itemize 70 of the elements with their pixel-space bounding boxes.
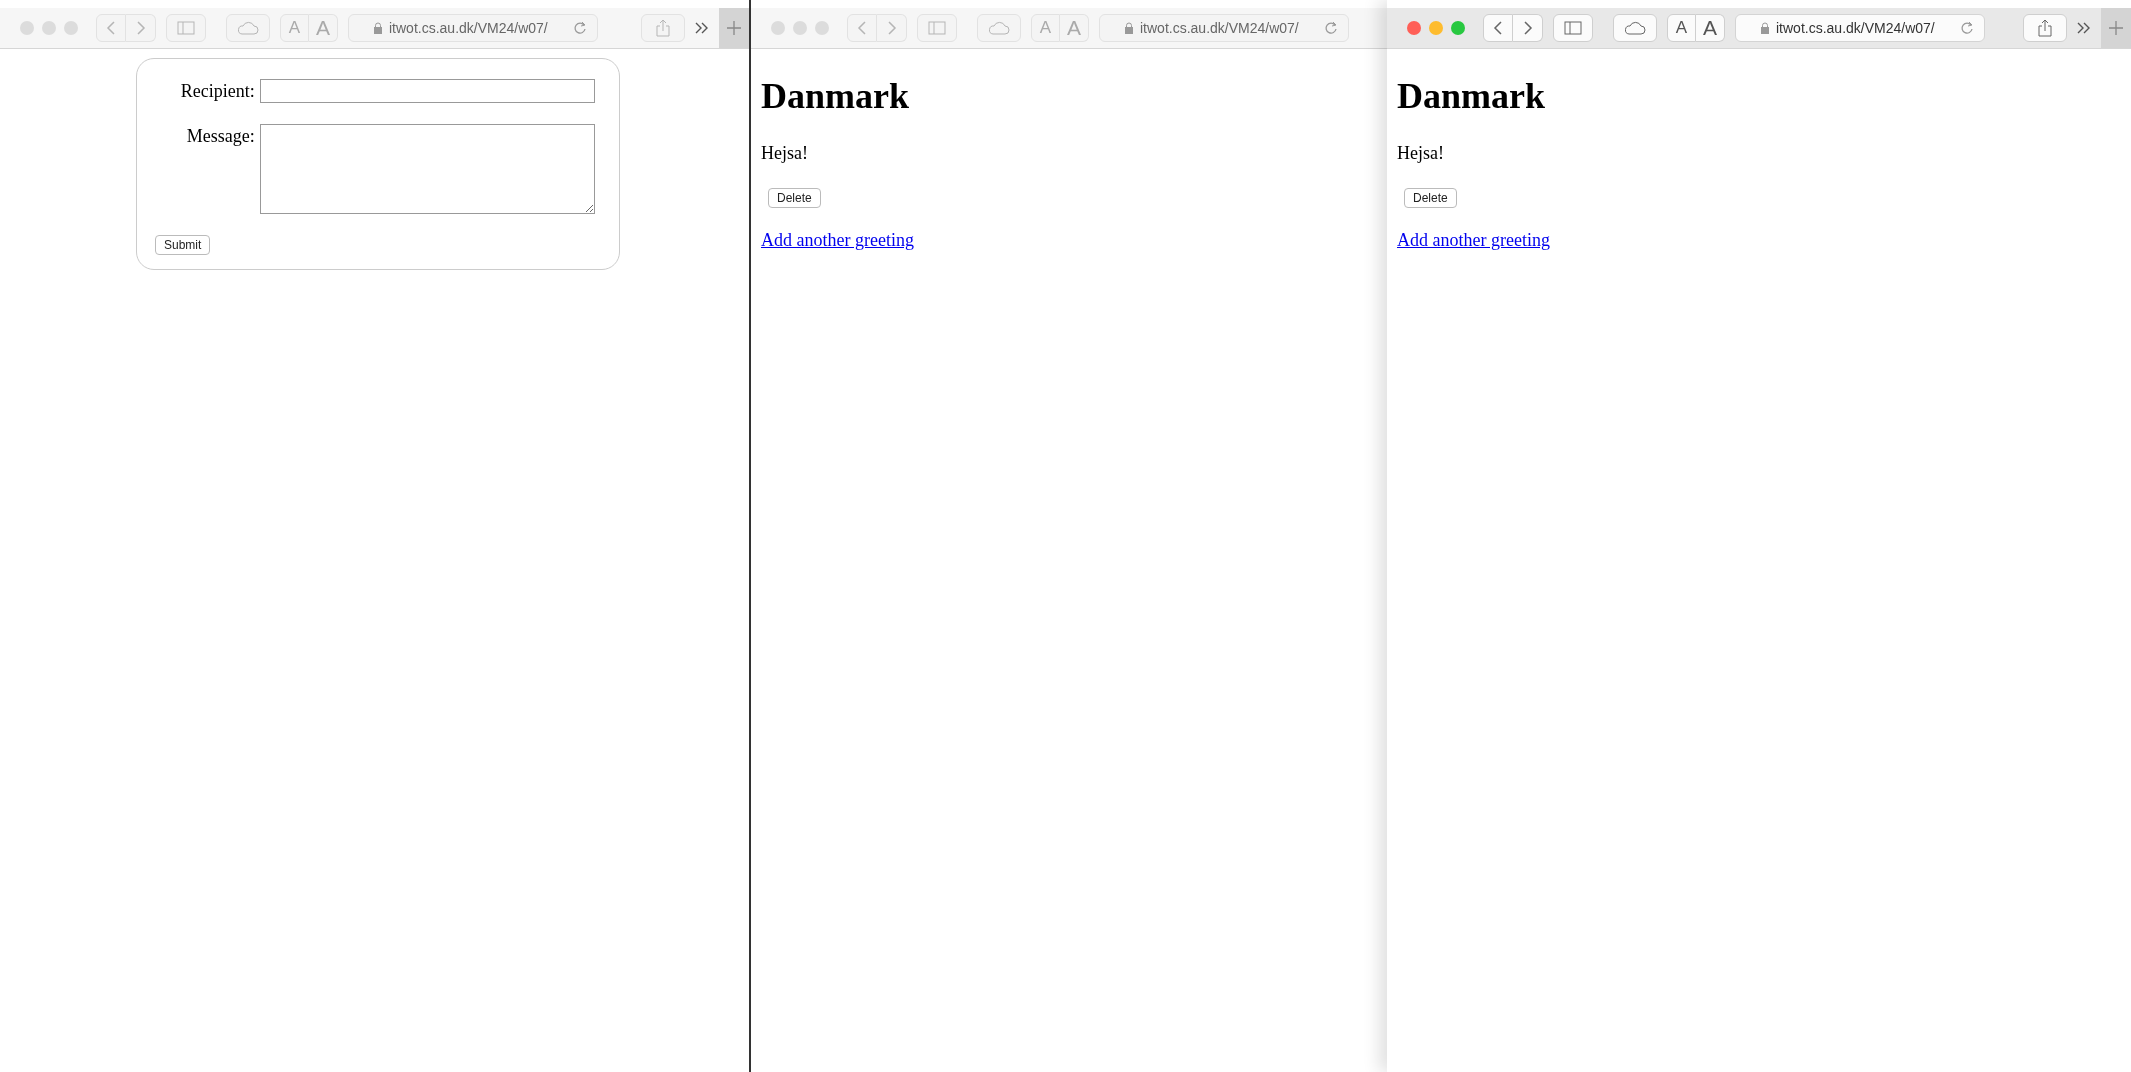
- forward-button[interactable]: [126, 14, 156, 42]
- cloud-button[interactable]: [226, 14, 270, 42]
- chevron-left-icon: [857, 20, 867, 36]
- forward-button[interactable]: [1513, 14, 1543, 42]
- url-text: itwot.cs.au.dk/VM24/w07/: [389, 20, 549, 36]
- text-size-button[interactable]: A: [1696, 14, 1725, 42]
- greeting-text: Hejsa!: [761, 143, 809, 164]
- cloud-button[interactable]: [977, 14, 1021, 42]
- lock-icon: [1760, 22, 1770, 34]
- add-greeting-link[interactable]: Add another greeting: [1397, 230, 1550, 251]
- new-tab-button[interactable]: [719, 8, 749, 48]
- delete-button[interactable]: Delete: [1404, 188, 1457, 208]
- cloud-icon: [1624, 21, 1646, 35]
- url-text: itwot.cs.au.dk/VM24/w07/: [1776, 20, 1936, 36]
- window-control-icon[interactable]: [1451, 21, 1465, 35]
- window-control-icon[interactable]: [1429, 21, 1443, 35]
- share-button[interactable]: [2023, 14, 2067, 42]
- sidebar-button[interactable]: [166, 14, 206, 42]
- cloud-icon: [988, 21, 1010, 35]
- back-button[interactable]: [1483, 14, 1513, 42]
- sidebar-icon: [928, 21, 946, 35]
- field-label: Recipient:: [179, 80, 255, 102]
- sidebar-icon: [177, 21, 195, 35]
- input-field[interactable]: [259, 79, 595, 103]
- address-bar[interactable]: itwot.cs.au.dk/VM24/w07/: [1099, 14, 1349, 42]
- more-icon[interactable]: [2077, 22, 2091, 34]
- message-field[interactable]: [259, 124, 595, 214]
- window-control-icon[interactable]: [42, 21, 56, 35]
- window-control-icon[interactable]: [20, 21, 34, 35]
- back-button[interactable]: [96, 14, 126, 42]
- share-icon: [2038, 19, 2052, 37]
- page-heading: Danmark: [1397, 75, 1546, 117]
- sidebar-button[interactable]: [917, 14, 957, 42]
- window-control-icon[interactable]: [815, 21, 829, 35]
- chevron-right-icon: [1522, 20, 1533, 36]
- sidebar-icon: [1564, 21, 1582, 35]
- share-icon: [656, 19, 670, 37]
- submit-button[interactable]: Submit: [155, 235, 211, 255]
- chevron-right-icon: [135, 20, 146, 36]
- lock-icon: [1124, 22, 1134, 34]
- window-control-icon[interactable]: [1407, 21, 1421, 35]
- reload-icon[interactable]: [573, 21, 587, 35]
- chevron-left-icon: [1493, 20, 1503, 36]
- window-control-icon[interactable]: [793, 21, 807, 35]
- greeting-text: Hejsa!: [1397, 143, 1445, 164]
- share-button[interactable]: [641, 14, 685, 42]
- plus-icon: [727, 21, 741, 35]
- address-bar[interactable]: itwot.cs.au.dk/VM24/w07/: [1735, 14, 1985, 42]
- cloud-icon: [237, 21, 259, 35]
- cloud-button[interactable]: [1613, 14, 1657, 42]
- reload-icon[interactable]: [1960, 21, 1974, 35]
- address-bar[interactable]: itwot.cs.au.dk/VM24/w07/: [348, 14, 598, 42]
- page-heading: Danmark: [761, 75, 910, 117]
- sidebar-button[interactable]: [1553, 14, 1593, 42]
- field-label: Message:: [185, 125, 255, 147]
- delete-button[interactable]: Delete: [768, 188, 821, 208]
- new-tab-button[interactable]: [2101, 8, 2131, 48]
- add-greeting-link[interactable]: Add another greeting: [761, 230, 914, 251]
- more-icon[interactable]: [695, 22, 709, 34]
- forward-button[interactable]: [877, 14, 907, 42]
- lock-icon: [373, 22, 383, 34]
- text-size-button[interactable]: A: [1667, 14, 1696, 42]
- reload-icon[interactable]: [1324, 21, 1338, 35]
- window-control-icon[interactable]: [64, 21, 78, 35]
- plus-icon: [2109, 21, 2123, 35]
- chevron-right-icon: [886, 20, 897, 36]
- chevron-left-icon: [106, 20, 116, 36]
- back-button[interactable]: [847, 14, 877, 42]
- url-text: itwot.cs.au.dk/VM24/w07/: [1140, 20, 1300, 36]
- window-control-icon[interactable]: [771, 21, 785, 35]
